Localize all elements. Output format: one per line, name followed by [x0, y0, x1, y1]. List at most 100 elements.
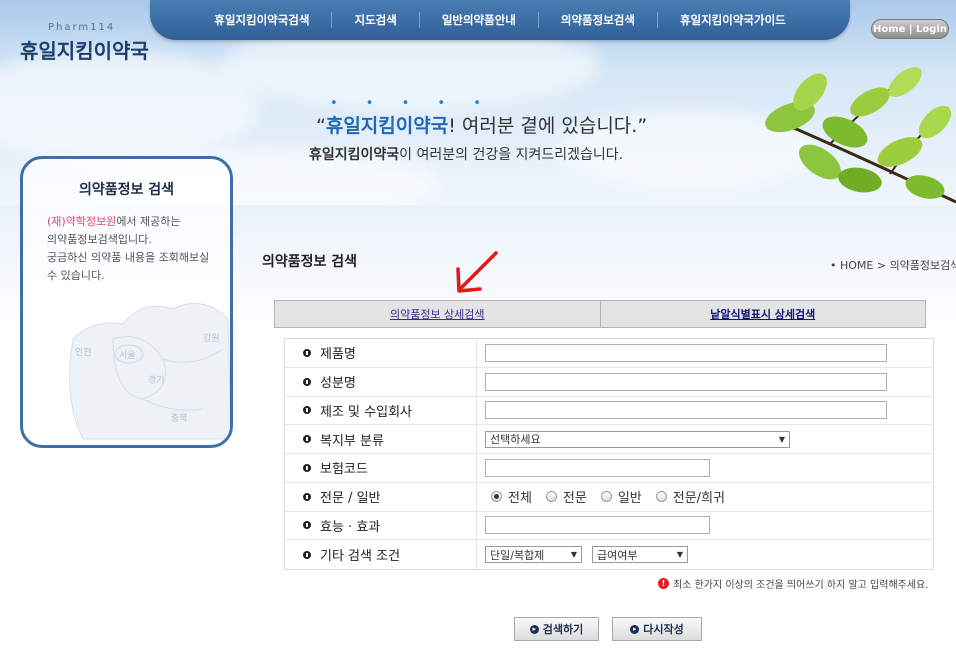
nav-item-guide[interactable]: 휴일지킴이약국가이드: [656, 12, 808, 28]
page-title: 의약품정보 검색: [262, 254, 358, 270]
slogan: “휴일지킴이약국! 여러분 곁에 있습니다.”: [316, 111, 647, 138]
slogan-rest: ! 여러분 곁에 있습니다.”: [448, 115, 648, 137]
bullet-icon: [303, 435, 311, 444]
radio-label: 전체: [508, 491, 532, 507]
field-label: 보험코드: [285, 454, 477, 482]
bullet-icon: [303, 521, 311, 530]
sidebar-text-1: 에서 제공하는: [116, 215, 181, 228]
field-label: 제품명: [285, 339, 477, 367]
leaf-illustration: [765, 67, 956, 204]
form-row: 성분명: [285, 367, 933, 397]
sidebar-description: (재)약학정보원에서 제공하는 의약품정보검색입니다. 궁금하신 의약품 내용을…: [47, 213, 217, 285]
sidebar-text-3: 궁금하신 의약품 내용을 조회해보실수 있습니다.: [47, 251, 210, 282]
warning-icon: !: [658, 578, 669, 589]
bullet-icon: [303, 348, 311, 357]
bullet-icon: [303, 550, 311, 559]
tab-pill-identification-search[interactable]: 낱알식별표시 상세검색: [599, 301, 925, 327]
field-label-text: 기타 검색 조건: [320, 549, 401, 565]
single-compound-select[interactable]: 단일/복합제 ▼: [485, 546, 582, 564]
sidebar-title: 의약품정보 검색: [78, 182, 175, 198]
logo-subtitle: Pharm114: [48, 22, 116, 33]
map-label-seoul: 서울: [119, 350, 136, 361]
bullet-icon: [303, 377, 311, 386]
form-row: 전문 / 일반 전체 전문 일반 전문/희귀: [285, 482, 933, 512]
manufacturer-input[interactable]: [485, 401, 887, 420]
bullet-icon: [303, 492, 311, 501]
radio-general[interactable]: 일반: [600, 487, 642, 507]
radio-button-icon[interactable]: [600, 491, 612, 503]
dropdown-arrow-icon: ▼: [778, 434, 785, 444]
sidebar-source: (재)약학정보원: [47, 215, 117, 228]
nav-item-drug-search[interactable]: 의약품정보검색: [537, 12, 657, 28]
red-arrow-annotation: [456, 251, 498, 293]
sidebar-text-2: 의약품정보검색입니다.: [47, 233, 152, 246]
logo[interactable]: 휴일지킴이약국: [20, 35, 149, 64]
form-row: 보험코드: [285, 454, 933, 483]
field-label: 제조 및 수입회사: [285, 396, 477, 425]
field-label: 성분명: [285, 367, 477, 396]
radio-button-icon[interactable]: [491, 491, 502, 503]
radio-button-icon[interactable]: [545, 491, 557, 503]
note-text: 최소 한가지 이상의 조건을 띄어쓰기 하지 말고 입력해주세요.: [673, 580, 929, 591]
korea-map-illustration: 인천 서울 강원 경기 충북: [69, 302, 230, 440]
select-value: 단일/복합제: [490, 548, 545, 562]
field-label: 효능 · 효과: [285, 511, 477, 540]
radio-label: 전문: [562, 491, 587, 507]
map-label-gyeonggi: 경기: [148, 374, 165, 386]
reimbursement-select[interactable]: 급여여부 ▼: [592, 546, 688, 564]
nav-item-pharmacy-search[interactable]: 휴일지킴이약국검색: [192, 12, 331, 28]
search-button-label: 검색하기: [542, 623, 584, 636]
efficacy-input[interactable]: [485, 516, 710, 535]
field-label-text: 복지부 분류: [320, 433, 384, 449]
sub-slogan: 휴일지킴이약국이 여러분의 건강을 지켜드리겠습니다.: [309, 144, 623, 164]
radio-label: 전문/희귀: [672, 491, 725, 507]
field-label-text: 효능 · 효과: [320, 519, 381, 535]
search-form: 제품명 성분명 제조 및 수입회사 복지부 분류 선택하세요 ▼ 보험코드 전문 …: [284, 338, 934, 570]
sidebar-info-box: 의약품정보 검색 (재)약학정보원에서 제공하는 의약품정보검색입니다. 궁금하…: [20, 156, 233, 448]
nav-item-otc-info[interactable]: 일반의약품안내: [418, 12, 538, 28]
nav-item-map-search[interactable]: 지도검색: [331, 12, 418, 28]
field-label-text: 전문 / 일반: [320, 491, 381, 507]
form-row: 제품명: [285, 339, 933, 368]
dropdown-arrow-icon: ▼: [676, 550, 683, 560]
tab-drug-detail-search[interactable]: 의약품정보 상세검색: [275, 301, 600, 327]
breadcrumb[interactable]: • HOME > 의약품정보검색: [830, 257, 956, 273]
slogan-dots: • • • • •: [330, 96, 493, 111]
field-label-text: 성분명: [320, 376, 356, 392]
search-note: ! 최소 한가지 이상의 조건을 띄어쓰기 하지 말고 입력해주세요.: [658, 576, 928, 591]
field-label-text: 제품명: [320, 347, 356, 363]
field-label: 기타 검색 조건: [285, 540, 477, 569]
ingredient-name-input[interactable]: [485, 372, 887, 391]
arrow-right-icon: ▸: [529, 624, 539, 634]
radio-all[interactable]: 전체: [491, 487, 532, 506]
bullet-icon: [303, 463, 311, 472]
search-tabs: 의약품정보 상세검색 낱알식별표시 상세검색: [274, 300, 926, 328]
top-nav: 휴일지킴이약국검색 지도검색 일반의약품안내 의약품정보검색 휴일지킴이약국가이…: [150, 0, 850, 40]
select-value: 급여여부: [597, 548, 638, 562]
form-row: 효능 · 효과: [285, 511, 933, 541]
field-label-text: 제조 및 수입회사: [320, 404, 412, 420]
radio-label: 일반: [617, 491, 642, 507]
home-login-button[interactable]: Home | Login: [871, 19, 949, 39]
search-button[interactable]: ▸ 검색하기: [514, 617, 599, 641]
bullet-icon: [303, 406, 311, 415]
radio-rare[interactable]: 전문/희귀: [655, 487, 725, 507]
field-label-text: 보험코드: [320, 462, 368, 478]
product-name-input[interactable]: [485, 343, 887, 362]
field-label: 전문 / 일반: [285, 482, 477, 511]
insurance-code-input[interactable]: [485, 458, 710, 477]
sub-slogan-brand: 휴일지킴이약국: [309, 147, 400, 163]
field-label: 복지부 분류: [285, 425, 477, 453]
slogan-brand: 휴일지킴이약국: [325, 115, 449, 137]
reset-button-label: 다시작성: [643, 623, 684, 636]
welfare-classification-select[interactable]: 선택하세요 ▼: [485, 430, 790, 448]
dropdown-arrow-icon: ▼: [570, 550, 577, 560]
radio-prescription[interactable]: 전문: [545, 487, 587, 507]
reset-button[interactable]: ▸ 다시작성: [612, 617, 702, 641]
form-row: 복지부 분류 선택하세요 ▼: [285, 425, 933, 454]
radio-button-icon[interactable]: [655, 491, 667, 503]
form-row: 기타 검색 조건 단일/복합제 ▼ 급여여부 ▼: [285, 540, 933, 569]
slogan-quote-open: “: [316, 115, 326, 137]
map-label-gangwon: 강원: [203, 333, 220, 344]
arrow-right-icon: ▸: [630, 624, 640, 634]
